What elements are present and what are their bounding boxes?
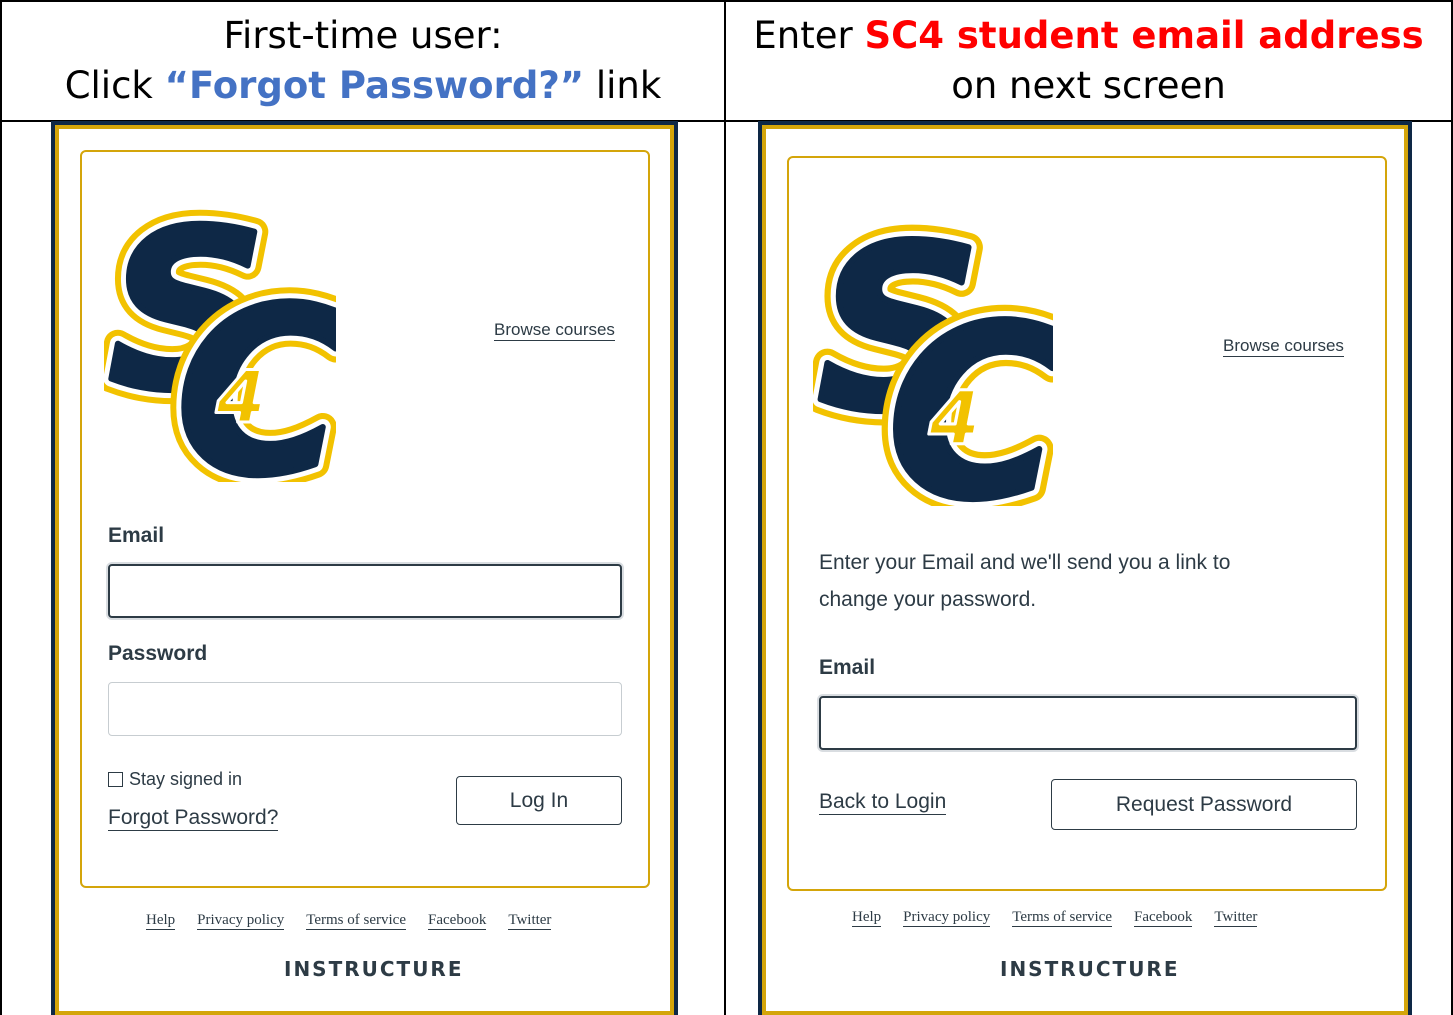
footer-help-link[interactable]: Help xyxy=(146,912,176,930)
left-header-line1: First-time user: xyxy=(223,14,503,57)
reset-screen-background: S S S C C C 4 Browse courses Enter your … xyxy=(766,129,1404,1011)
right-header-highlight: SC4 student email address xyxy=(864,14,1424,57)
sc4-logo: S S S C C C 4 xyxy=(813,196,1053,506)
left-header-suffix: link xyxy=(584,64,662,107)
right-header: Enter SC4 student email address on next … xyxy=(726,2,1451,120)
reset-instructions-line2: change your password. xyxy=(819,588,1037,611)
footer-help-link[interactable]: Help xyxy=(852,909,882,927)
reset-screen-panel: S S S C C C 4 Browse courses Enter your … xyxy=(758,121,1412,1015)
reset-instructions: Enter your Email and we'll send you a li… xyxy=(819,544,1230,618)
footer-privacy-link[interactable]: Privacy policy xyxy=(197,912,285,930)
password-label: Password xyxy=(108,642,208,665)
logo-4: 4 xyxy=(928,375,981,462)
left-header-prefix: Click xyxy=(64,64,165,107)
back-to-login-link[interactable]: Back to Login xyxy=(819,790,947,815)
reset-instructions-line1: Enter your Email and we'll send you a li… xyxy=(819,551,1231,574)
table-column-divider xyxy=(724,0,726,1015)
instructure-brand: INSTRUCTURE xyxy=(284,957,464,981)
left-header-line2: Click “Forgot Password?” link xyxy=(65,61,662,111)
login-card: S S S C C C 4 Browse courses Email Passw… xyxy=(80,150,650,888)
right-header-prefix: Enter xyxy=(753,14,865,57)
left-header: First-time user: Click “Forgot Password?… xyxy=(2,2,724,120)
email-label: Email xyxy=(108,524,165,547)
login-screen-background: S S S C C C 4 Browse courses Email Passw… xyxy=(59,129,670,1011)
footer-terms-link[interactable]: Terms of service xyxy=(306,912,406,930)
footer-privacy-link[interactable]: Privacy policy xyxy=(903,909,991,927)
right-header-line1: Enter SC4 student email address xyxy=(753,11,1423,61)
stay-signed-in-row[interactable]: Stay signed in xyxy=(108,769,242,790)
right-header-line2: on next screen xyxy=(951,64,1226,107)
browse-courses-link[interactable]: Browse courses xyxy=(1223,336,1344,357)
left-header-highlight: “Forgot Password?” xyxy=(164,64,585,107)
stay-signed-in-checkbox[interactable] xyxy=(108,772,123,787)
login-button[interactable]: Log In xyxy=(456,776,622,825)
table-border-left xyxy=(0,0,2,1015)
logo-4: 4 xyxy=(215,355,266,439)
login-footer-links: Help Privacy policy Terms of service Fac… xyxy=(146,912,552,930)
email-label: Email xyxy=(819,656,876,679)
email-input[interactable] xyxy=(108,564,622,618)
instructure-brand: INSTRUCTURE xyxy=(1000,957,1180,981)
reset-screen-frame: S S S C C C 4 Browse courses Enter your … xyxy=(762,125,1408,1015)
footer-terms-link[interactable]: Terms of service xyxy=(1012,909,1112,927)
footer-facebook-link[interactable]: Facebook xyxy=(428,912,487,930)
login-screen-frame: S S S C C C 4 Browse courses Email Passw… xyxy=(55,125,674,1015)
sc4-logo: S S S C C C 4 xyxy=(104,182,336,482)
password-input[interactable] xyxy=(108,682,622,736)
reset-card: S S S C C C 4 Browse courses Enter your … xyxy=(787,156,1387,891)
forgot-password-link[interactable]: Forgot Password? xyxy=(108,806,279,831)
browse-courses-link[interactable]: Browse courses xyxy=(494,320,615,341)
footer-facebook-link[interactable]: Facebook xyxy=(1134,909,1193,927)
request-password-button[interactable]: Request Password xyxy=(1051,779,1357,830)
reset-email-input[interactable] xyxy=(819,696,1357,750)
login-screen-panel: S S S C C C 4 Browse courses Email Passw… xyxy=(51,121,678,1015)
reset-footer-links: Help Privacy policy Terms of service Fac… xyxy=(852,909,1258,927)
footer-twitter-link[interactable]: Twitter xyxy=(508,912,552,930)
footer-twitter-link[interactable]: Twitter xyxy=(1214,909,1258,927)
stay-signed-in-label: Stay signed in xyxy=(129,769,243,789)
